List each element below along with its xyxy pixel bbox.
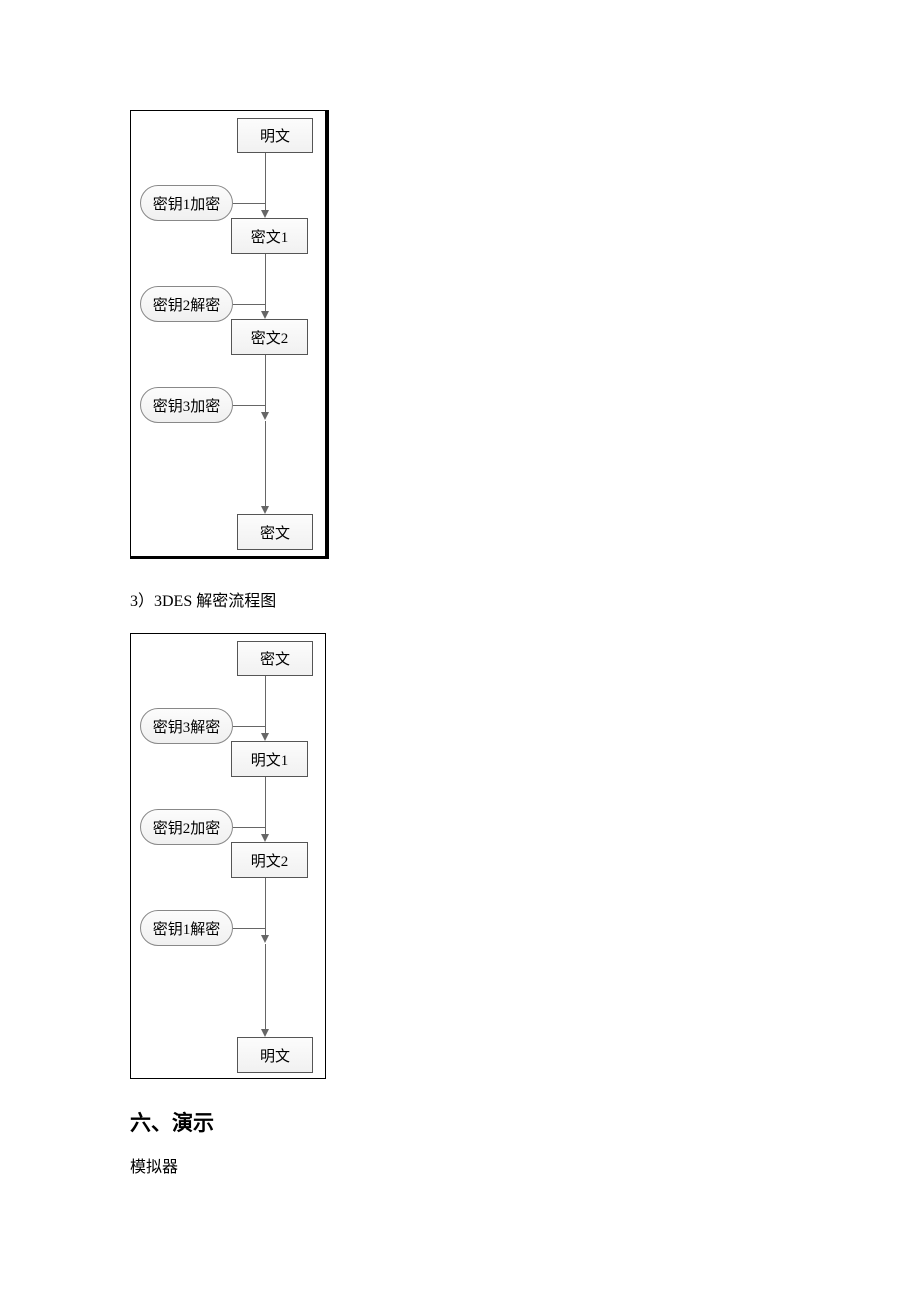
node-plain1: 明文1 <box>231 741 308 777</box>
heading-text: 六、演示 <box>130 1112 214 1135</box>
node-cipher1: 密文1 <box>231 218 308 254</box>
node-label: 明文2 <box>251 850 289 871</box>
node-label: 密钥3加密 <box>153 395 221 416</box>
arrow-line <box>265 676 266 733</box>
arrow-line <box>265 254 266 311</box>
node-label: 密文 <box>260 522 290 543</box>
connector-line <box>233 827 265 828</box>
node-ciphertext: 密文 <box>237 514 313 550</box>
connector-line <box>233 304 265 305</box>
node-label: 密文2 <box>251 327 289 348</box>
body-paragraph: 模拟器 <box>130 1153 790 1177</box>
key3-encrypt-node: 密钥3加密 <box>140 387 233 423</box>
connector-line <box>233 405 265 406</box>
body-text-content: 模拟器 <box>130 1159 178 1176</box>
connector-line <box>233 203 265 204</box>
node-plaintext-bottom: 明文 <box>237 1037 313 1073</box>
node-label: 密钥3解密 <box>153 716 221 737</box>
arrow-head-icon <box>261 733 269 741</box>
arrow-line <box>265 355 266 412</box>
node-label: 密文 <box>260 648 290 669</box>
decryption-flowchart: 密文 密钥3解密 明文1 密钥2加密 明文2 密钥1解密 <box>130 633 326 1079</box>
document-page: 明文 密钥1加密 密文1 密钥2解密 密文2 密钥3加密 <box>0 0 920 1237</box>
node-label: 密文1 <box>251 226 289 247</box>
key2-encrypt-node: 密钥2加密 <box>140 809 233 845</box>
key1-decrypt-node: 密钥1解密 <box>140 910 233 946</box>
arrow-head-icon <box>261 412 269 420</box>
node-label: 密钥2加密 <box>153 817 221 838</box>
arrow-line <box>265 878 266 935</box>
node-label: 密钥1加密 <box>153 193 221 214</box>
arrow-head-icon <box>261 210 269 218</box>
arrow-head-icon <box>261 311 269 319</box>
arrow-head-icon <box>261 506 269 514</box>
section-heading: 六、演示 <box>130 1107 790 1137</box>
arrow-line <box>265 777 266 834</box>
node-cipher2: 密文2 <box>231 319 308 355</box>
arrow-head-icon <box>261 935 269 943</box>
node-label: 明文1 <box>251 749 289 770</box>
connector-line <box>233 726 265 727</box>
arrow-line <box>265 944 266 1029</box>
arrow-head-icon <box>261 834 269 842</box>
connector-line <box>233 928 265 929</box>
key1-encrypt-node: 密钥1加密 <box>140 185 233 221</box>
node-plain2: 明文2 <box>231 842 308 878</box>
arrow-line <box>265 153 266 210</box>
caption-text: 3）3DES 解密流程图 <box>130 593 276 610</box>
node-label: 密钥2解密 <box>153 294 221 315</box>
key3-decrypt-node: 密钥3解密 <box>140 708 233 744</box>
node-plaintext: 明文 <box>237 118 313 153</box>
node-label: 明文 <box>260 1045 290 1066</box>
encryption-flowchart: 明文 密钥1加密 密文1 密钥2解密 密文2 密钥3加密 <box>130 110 329 559</box>
key2-decrypt-node: 密钥2解密 <box>140 286 233 322</box>
decryption-caption: 3）3DES 解密流程图 <box>130 587 790 611</box>
arrow-line <box>265 421 266 506</box>
node-label: 密钥1解密 <box>153 918 221 939</box>
node-ciphertext-top: 密文 <box>237 641 313 676</box>
arrow-head-icon <box>261 1029 269 1037</box>
node-label: 明文 <box>260 125 290 146</box>
